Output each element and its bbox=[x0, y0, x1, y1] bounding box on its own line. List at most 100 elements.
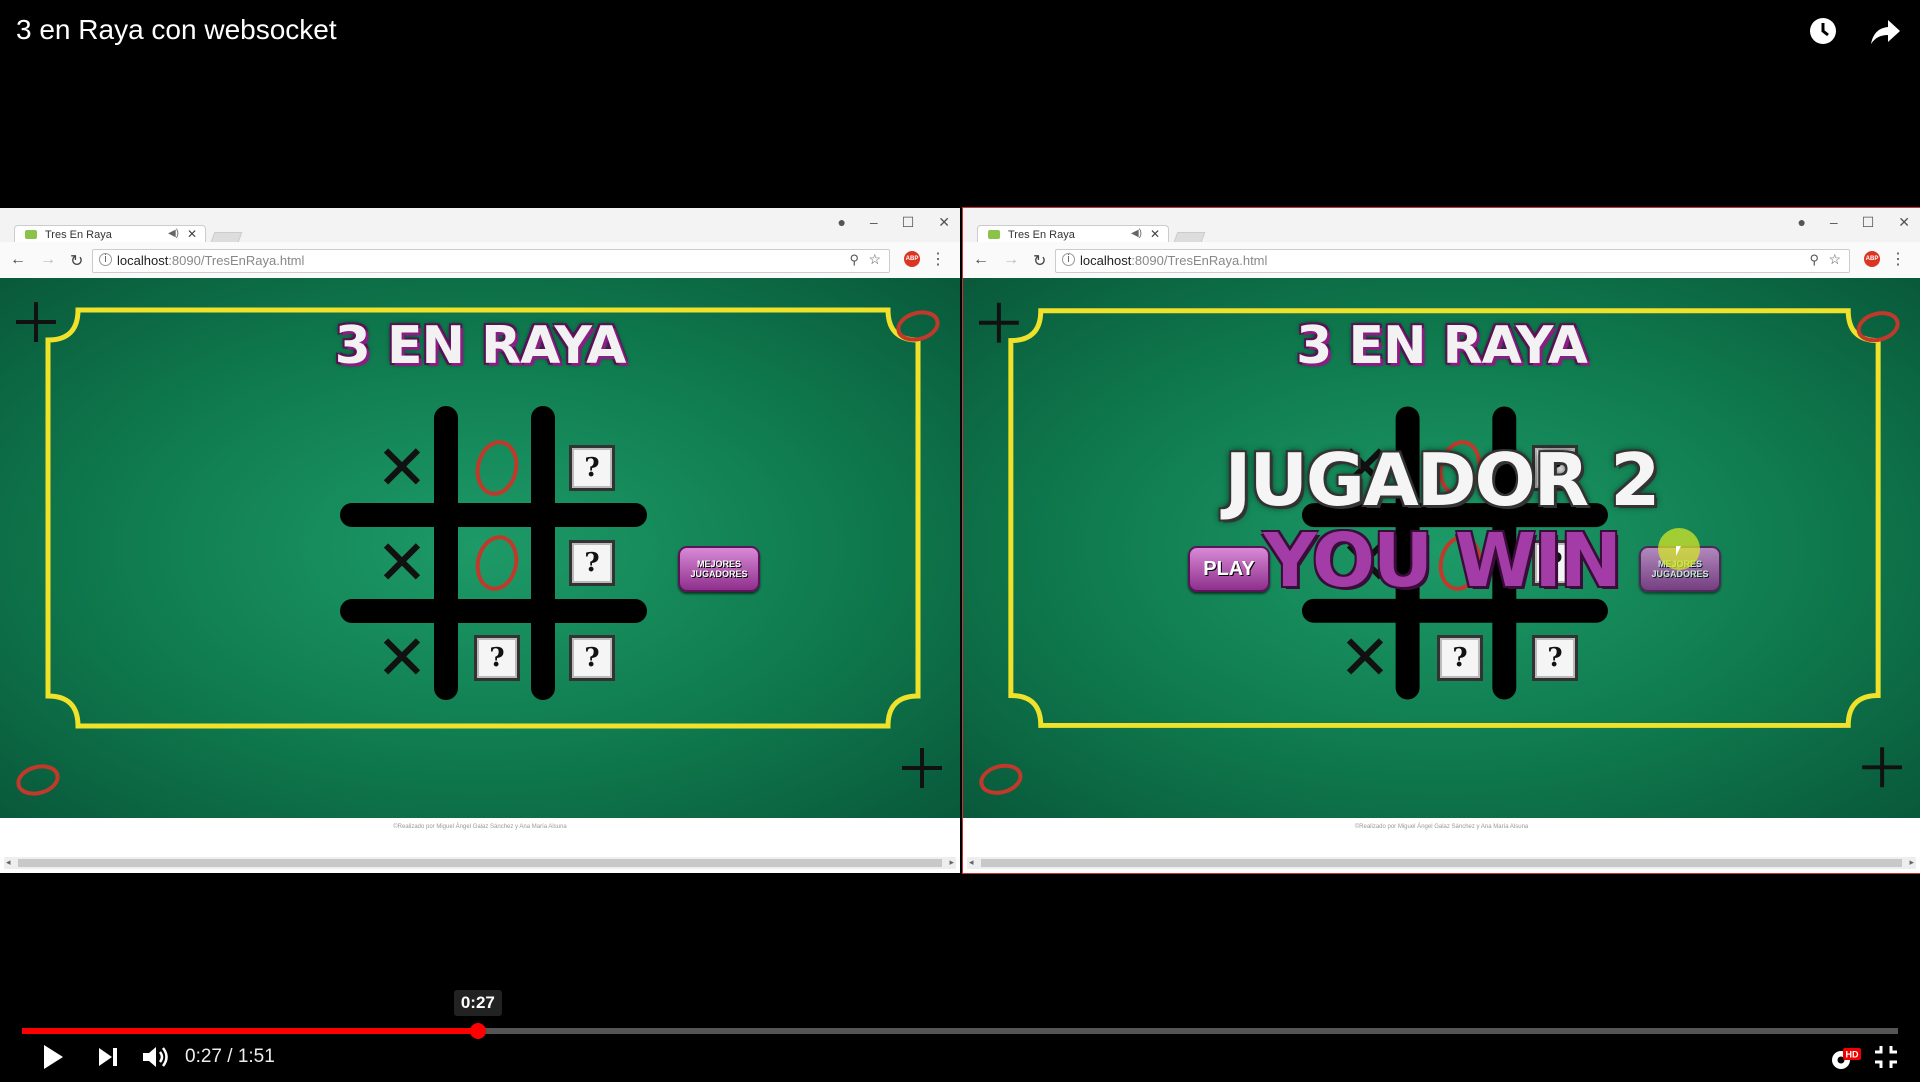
volume-icon[interactable] bbox=[140, 1042, 172, 1072]
browser-window-player-1: Tres En Raya ◀) ✕ ● – ☐ ✕ ← → ↻ i localh… bbox=[0, 208, 960, 873]
exit-fullscreen-icon[interactable] bbox=[1872, 1042, 1900, 1072]
board-cell-5[interactable] bbox=[452, 518, 542, 608]
browser-tab[interactable]: Tres En Raya ◀) ✕ bbox=[977, 225, 1169, 243]
empty-cell-icon: ? bbox=[1437, 635, 1483, 681]
o-mark-icon bbox=[470, 436, 524, 500]
menu-icon[interactable]: ⋮ bbox=[1890, 249, 1906, 269]
nav-buttons: ← → ↻ bbox=[10, 251, 83, 271]
profile-icon[interactable]: ● bbox=[1797, 214, 1805, 231]
board-cell-7[interactable]: ✕ bbox=[1320, 613, 1410, 703]
info-icon[interactable]: i bbox=[99, 253, 112, 266]
minimize-icon[interactable]: – bbox=[870, 214, 878, 231]
empty-cell-icon: ? bbox=[1532, 635, 1578, 681]
audio-icon[interactable]: ◀) bbox=[168, 228, 179, 239]
back-icon[interactable]: ← bbox=[10, 251, 26, 271]
board-cell-7[interactable]: ✕ bbox=[357, 613, 447, 703]
board-cell-8[interactable]: ? bbox=[1415, 613, 1505, 703]
adblock-icon[interactable]: ABP bbox=[1864, 251, 1880, 267]
empty-cell-icon: ? bbox=[474, 635, 520, 681]
audio-icon[interactable]: ◀) bbox=[1131, 228, 1142, 239]
share-icon[interactable] bbox=[1868, 14, 1902, 48]
nav-buttons: ← → ↻ bbox=[973, 251, 1046, 271]
credit-text: ©Realizado por Miguel Ángel Galaz Sánche… bbox=[393, 824, 567, 830]
x-mark: ✕ bbox=[376, 621, 428, 694]
url-input[interactable]: i localhost:8090/TresEnRaya.html ⚲ ☆ bbox=[92, 249, 890, 273]
top-icons bbox=[1806, 14, 1902, 48]
you-win-text: YOU WIN bbox=[1263, 518, 1622, 604]
board-cell-2[interactable] bbox=[452, 423, 542, 513]
browser-window-player-2: Tres En Raya ◀) ✕ ● – ☐ ✕ ← → ↻ i localh… bbox=[962, 207, 1920, 874]
bookmark-star-icon[interactable]: ☆ bbox=[868, 251, 881, 268]
board-cell-9[interactable]: ? bbox=[1510, 613, 1600, 703]
game-canvas: 3 EN RAYA ✕ ? ✕ ? ✕ ? ? PLAY MEJORES JUG… bbox=[963, 278, 1920, 818]
close-window-icon[interactable]: ✕ bbox=[1898, 214, 1910, 231]
favicon-icon bbox=[25, 230, 37, 239]
o-mark-icon bbox=[470, 531, 524, 595]
scroll-right-icon[interactable]: ▸ bbox=[949, 857, 954, 868]
url-input[interactable]: i localhost:8090/TresEnRaya.html ⚲ ☆ bbox=[1055, 249, 1850, 273]
player-controls: 0:27 0:27 / 1:51 HD bbox=[0, 990, 1920, 1080]
browser-tab[interactable]: Tres En Raya ◀) ✕ bbox=[14, 225, 206, 243]
hover-time-tooltip: 0:27 bbox=[453, 990, 502, 1016]
tab-title: Tres En Raya bbox=[45, 229, 112, 241]
x-mark: ✕ bbox=[376, 526, 428, 599]
scrubber-handle[interactable] bbox=[469, 1023, 486, 1039]
adblock-icon[interactable]: ABP bbox=[904, 251, 920, 267]
info-icon[interactable]: i bbox=[1062, 253, 1075, 266]
hd-badge: HD bbox=[1846, 1050, 1859, 1060]
forward-icon[interactable]: → bbox=[1003, 251, 1019, 271]
zoom-icon[interactable]: ⚲ bbox=[849, 252, 859, 268]
close-tab-icon[interactable]: ✕ bbox=[187, 227, 197, 241]
video-title: 3 en Raya con websocket bbox=[16, 14, 337, 45]
reload-icon[interactable]: ↻ bbox=[1033, 251, 1046, 271]
maximize-icon[interactable]: ☐ bbox=[902, 214, 915, 231]
settings-gear-icon[interactable]: HD bbox=[1828, 1046, 1862, 1072]
scroll-thumb[interactable] bbox=[18, 859, 942, 867]
address-bar-row: ← → ↻ i localhost:8090/TresEnRaya.html ⚲… bbox=[0, 242, 960, 279]
reload-icon[interactable]: ↻ bbox=[70, 251, 83, 271]
progress-bar[interactable] bbox=[22, 1023, 1898, 1039]
menu-icon[interactable]: ⋮ bbox=[930, 249, 946, 269]
zoom-icon[interactable]: ⚲ bbox=[1809, 252, 1819, 268]
favicon-icon bbox=[988, 230, 1000, 239]
x-mark: ✕ bbox=[1339, 621, 1391, 694]
back-icon[interactable]: ← bbox=[973, 251, 989, 271]
scroll-left-icon[interactable]: ◂ bbox=[969, 857, 974, 868]
control-row: 0:27 / 1:51 HD bbox=[0, 1042, 1920, 1082]
scroll-thumb[interactable] bbox=[981, 859, 1902, 867]
next-icon[interactable] bbox=[96, 1042, 120, 1072]
tab-strip: Tres En Raya ◀) ✕ ● – ☐ ✕ bbox=[0, 208, 960, 245]
url-path: :8090/TresEnRaya.html bbox=[168, 253, 305, 268]
tab-title: Tres En Raya bbox=[1008, 229, 1075, 241]
empty-cell-icon: ? bbox=[569, 445, 615, 491]
url-host: localhost bbox=[117, 253, 169, 268]
board-cell-3[interactable]: ? bbox=[547, 423, 637, 513]
board-cell-6[interactable]: ? bbox=[547, 518, 637, 608]
progress-played bbox=[22, 1028, 478, 1034]
game-title: 3 EN RAYA bbox=[1296, 316, 1588, 376]
url-path: :8090/TresEnRaya.html bbox=[1131, 253, 1268, 268]
board-cell-9[interactable]: ? bbox=[547, 613, 637, 703]
profile-icon[interactable]: ● bbox=[837, 214, 845, 231]
scroll-left-icon[interactable]: ◂ bbox=[6, 857, 11, 868]
empty-cell-icon: ? bbox=[569, 635, 615, 681]
maximize-icon[interactable]: ☐ bbox=[1862, 214, 1875, 231]
horizontal-scrollbar[interactable]: ◂ ▸ bbox=[967, 857, 1916, 869]
address-bar-row: ← → ↻ i localhost:8090/TresEnRaya.html ⚲… bbox=[963, 242, 1920, 279]
bookmark-star-icon[interactable]: ☆ bbox=[1828, 251, 1841, 268]
horizontal-scrollbar[interactable]: ◂ ▸ bbox=[4, 857, 956, 869]
minimize-icon[interactable]: – bbox=[1830, 214, 1838, 231]
forward-icon[interactable]: → bbox=[40, 251, 56, 271]
best-players-button[interactable]: MEJORES JUGADORES bbox=[678, 546, 760, 592]
close-tab-icon[interactable]: ✕ bbox=[1150, 227, 1160, 241]
play-icon[interactable] bbox=[40, 1042, 66, 1072]
scroll-right-icon[interactable]: ▸ bbox=[1909, 857, 1914, 868]
board-cell-1[interactable]: ✕ bbox=[357, 423, 447, 513]
board-cell-4[interactable]: ✕ bbox=[357, 518, 447, 608]
empty-cell-icon: ? bbox=[569, 540, 615, 586]
board-cell-8[interactable]: ? bbox=[452, 613, 542, 703]
time-display: 0:27 / 1:51 bbox=[185, 1046, 275, 1067]
page-footer: ©Realizado por Miguel Ángel Galaz Sánche… bbox=[0, 818, 960, 873]
close-window-icon[interactable]: ✕ bbox=[938, 214, 950, 231]
watch-later-icon[interactable] bbox=[1806, 14, 1840, 48]
